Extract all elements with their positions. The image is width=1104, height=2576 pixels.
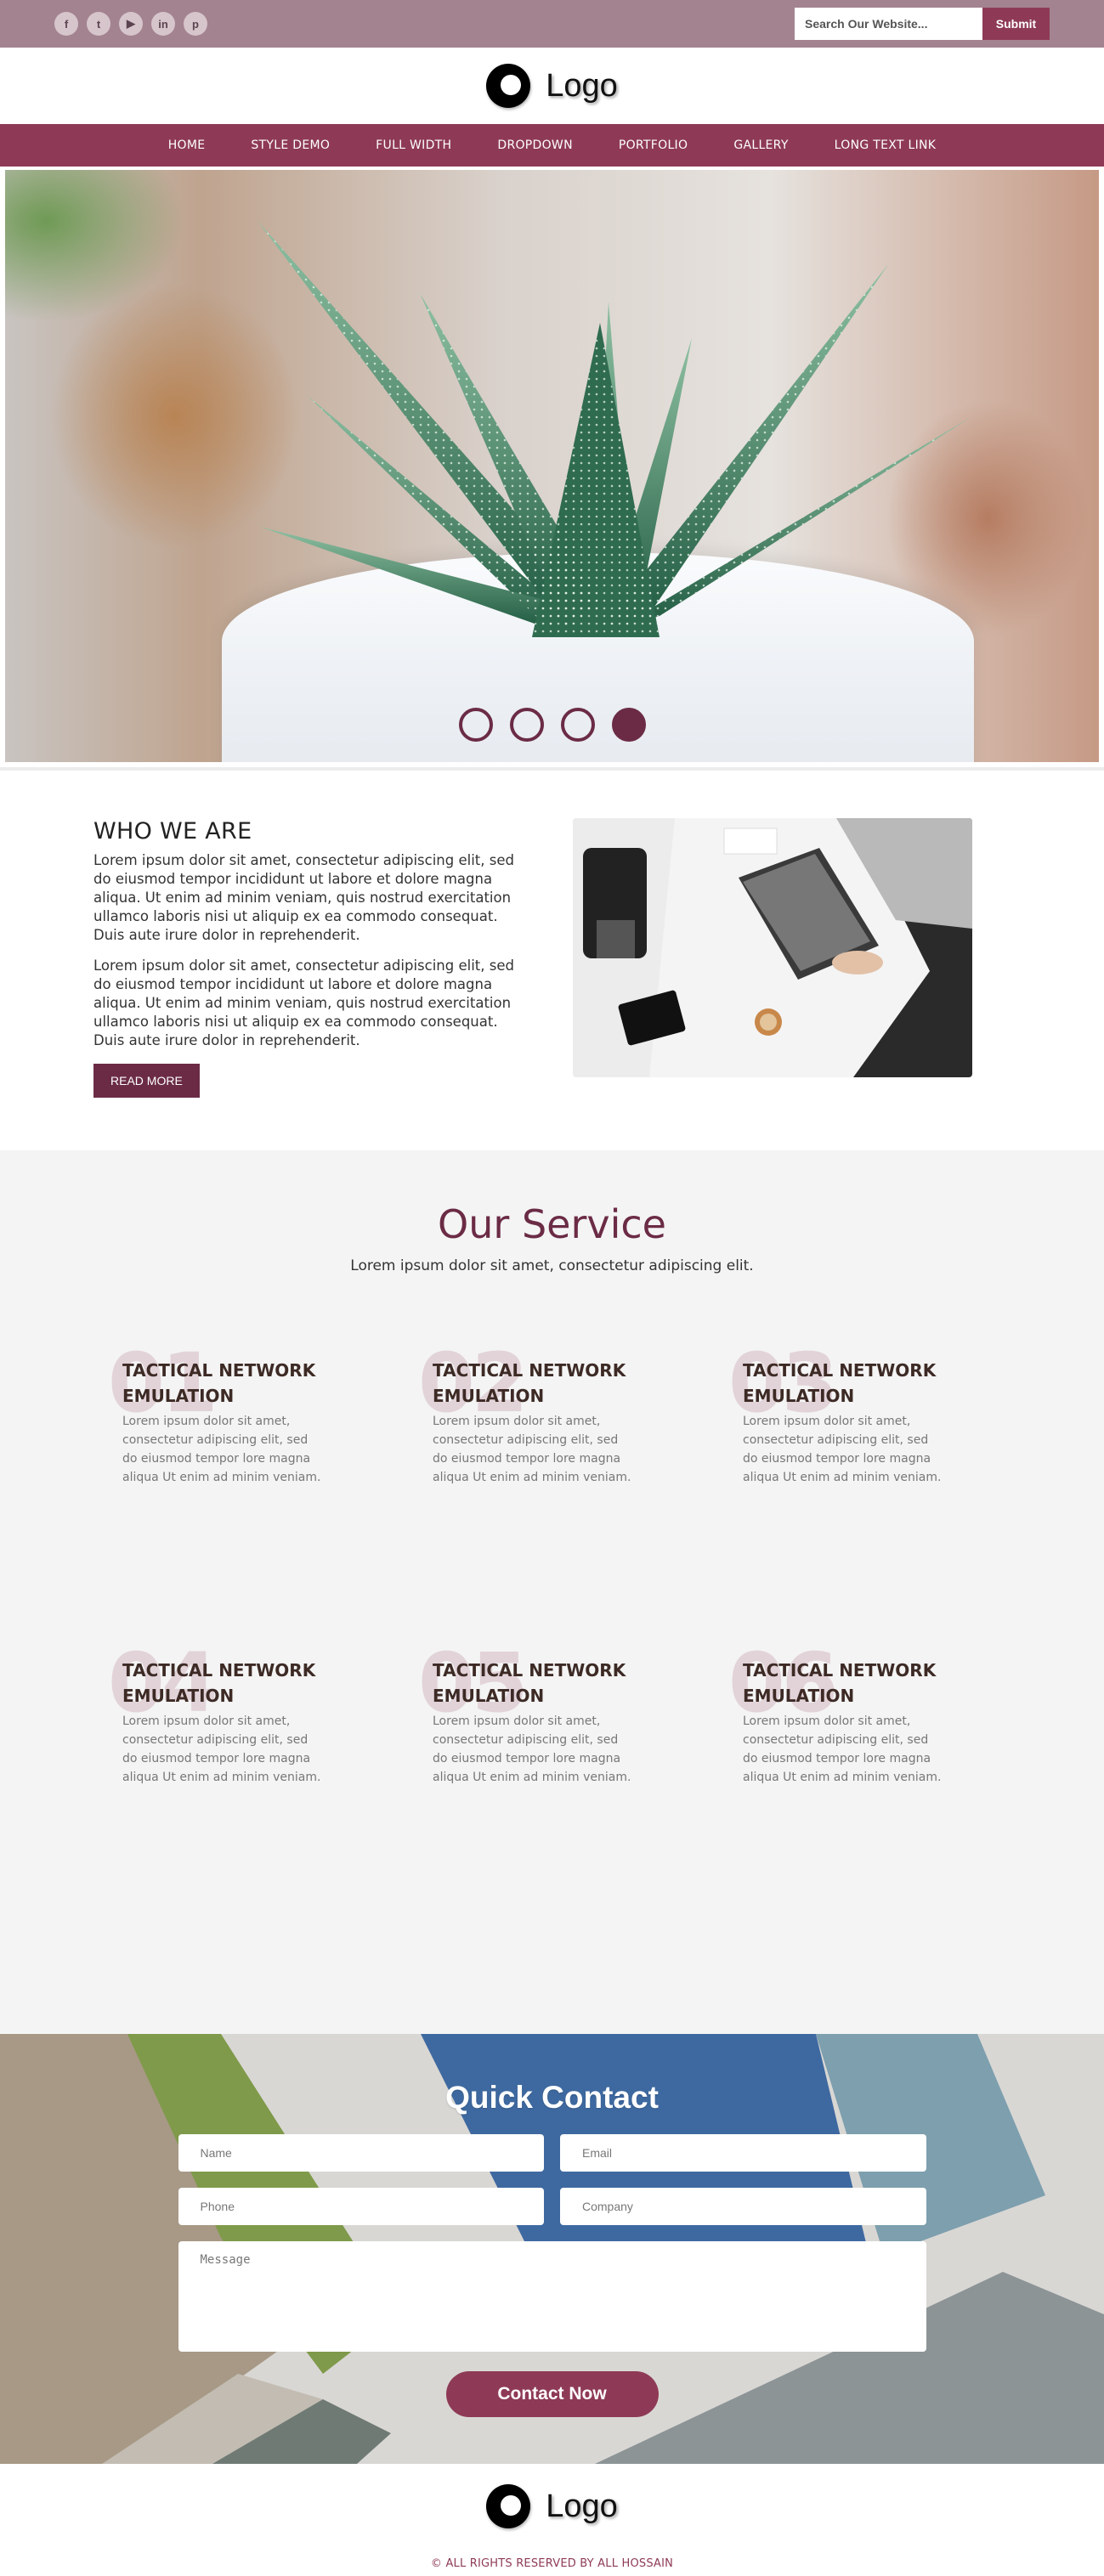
contact-now-button[interactable]: Contact Now bbox=[445, 2371, 659, 2417]
service-title: TACTICAL NETWORK EMULATION bbox=[433, 1660, 626, 1706]
slider-dot-1[interactable] bbox=[458, 708, 493, 742]
service-title: TACTICAL NETWORK EMULATION bbox=[743, 1660, 937, 1706]
service-title: TACTICAL NETWORK EMULATION bbox=[122, 1360, 316, 1406]
company-field[interactable] bbox=[560, 2188, 926, 2225]
facebook-icon[interactable]: f bbox=[54, 12, 78, 36]
email-field[interactable] bbox=[560, 2134, 926, 2172]
service-card: 02 TACTICAL NETWORK EMULATION Lorem ipsu… bbox=[418, 1342, 728, 1658]
footer-logo: Logo bbox=[0, 2481, 1104, 2532]
service-card: 04 TACTICAL NETWORK EMULATION Lorem ipsu… bbox=[108, 1642, 418, 1957]
service-text: Lorem ipsum dolor sit amet, consectetur … bbox=[433, 1415, 631, 1484]
hero-image-plant bbox=[5, 170, 1099, 762]
service-card: 03 TACTICAL NETWORK EMULATION Lorem ipsu… bbox=[728, 1342, 1039, 1658]
search-form: Submit bbox=[795, 8, 1050, 40]
site-footer: Logo © ALL RIGHTS RESERVED BY ALL HOSSAI… bbox=[0, 2464, 1104, 2576]
service-text: Lorem ipsum dolor sit amet, consectetur … bbox=[122, 1415, 321, 1484]
service-title: TACTICAL NETWORK EMULATION bbox=[433, 1360, 626, 1406]
site-header: Logo bbox=[0, 48, 1104, 124]
name-field[interactable] bbox=[178, 2134, 544, 2172]
logo-icon[interactable] bbox=[486, 2484, 531, 2528]
social-links: f t ▶ in p bbox=[54, 12, 207, 36]
nav-full-width[interactable]: FULL WIDTH bbox=[376, 138, 451, 152]
about-text: WHO WE ARE Lorem ipsum dolor sit amet, c… bbox=[93, 818, 518, 1098]
slider-dot-4[interactable] bbox=[611, 708, 646, 742]
about-section: WHO WE ARE Lorem ipsum dolor sit amet, c… bbox=[0, 767, 1104, 1150]
main-nav: HOME STYLE DEMO FULL WIDTH DROPDOWN PORT… bbox=[0, 124, 1104, 167]
contact-title: Quick Contact bbox=[445, 2080, 659, 2115]
slider-dot-2[interactable] bbox=[509, 708, 544, 742]
top-bar: f t ▶ in p Submit bbox=[0, 0, 1104, 48]
youtube-icon[interactable]: ▶ bbox=[119, 12, 143, 36]
service-text: Lorem ipsum dolor sit amet, consectetur … bbox=[122, 1715, 321, 1784]
service-title: TACTICAL NETWORK EMULATION bbox=[122, 1660, 316, 1706]
search-submit-button[interactable]: Submit bbox=[982, 8, 1050, 40]
twitter-icon[interactable]: t bbox=[87, 12, 110, 36]
nav-gallery[interactable]: GALLERY bbox=[733, 138, 788, 152]
service-text: Lorem ipsum dolor sit amet, consectetur … bbox=[433, 1715, 631, 1784]
logo-icon[interactable] bbox=[486, 64, 531, 108]
nav-home[interactable]: HOME bbox=[168, 138, 206, 152]
slider-dots bbox=[5, 708, 1099, 742]
phone-field[interactable] bbox=[178, 2188, 544, 2225]
nav-portfolio[interactable]: PORTFOLIO bbox=[619, 138, 688, 152]
service-card: 06 TACTICAL NETWORK EMULATION Lorem ipsu… bbox=[728, 1642, 1039, 1957]
about-image-office-desk bbox=[573, 818, 972, 1077]
services-subtitle: Lorem ipsum dolor sit amet, consectetur … bbox=[350, 1257, 754, 1274]
contact-section: Quick Contact Contact Now bbox=[0, 2034, 1104, 2464]
nav-dropdown[interactable]: DROPDOWN bbox=[497, 138, 573, 152]
about-title: WHO WE ARE bbox=[93, 818, 252, 845]
search-input[interactable] bbox=[795, 8, 982, 40]
nav-long-text-link[interactable]: LONG TEXT LINK bbox=[835, 138, 937, 152]
about-paragraph: Lorem ipsum dolor sit amet, consectetur … bbox=[93, 958, 514, 1048]
logo-text[interactable]: Logo bbox=[546, 68, 618, 105]
linkedin-icon[interactable]: in bbox=[151, 12, 175, 36]
service-text: Lorem ipsum dolor sit amet, consectetur … bbox=[743, 1715, 942, 1784]
message-field[interactable] bbox=[178, 2241, 926, 2352]
services-section: Our Service Lorem ipsum dolor sit amet, … bbox=[0, 1150, 1104, 2034]
services-grid: 01 TACTICAL NETWORK EMULATION Lorem ipsu… bbox=[108, 1342, 1104, 1957]
copyright-text: © ALL RIGHTS RESERVED BY ALL HOSSAIN bbox=[430, 2557, 674, 2570]
about-paragraph: Lorem ipsum dolor sit amet, consectetur … bbox=[93, 852, 514, 943]
services-title: Our Service bbox=[438, 1201, 666, 1247]
service-card: 01 TACTICAL NETWORK EMULATION Lorem ipsu… bbox=[108, 1342, 418, 1658]
service-title: TACTICAL NETWORK EMULATION bbox=[743, 1360, 937, 1406]
aloe-plant-illustration bbox=[258, 221, 972, 637]
service-card: 05 TACTICAL NETWORK EMULATION Lorem ipsu… bbox=[418, 1642, 728, 1957]
hero-slider bbox=[0, 167, 1104, 767]
service-text: Lorem ipsum dolor sit amet, consectetur … bbox=[743, 1415, 942, 1484]
slider-dot-3[interactable] bbox=[560, 708, 595, 742]
read-more-button[interactable]: READ MORE bbox=[93, 1064, 200, 1098]
logo-text[interactable]: Logo bbox=[546, 2488, 618, 2525]
pinterest-icon[interactable]: p bbox=[184, 12, 207, 36]
nav-style-demo[interactable]: STYLE DEMO bbox=[251, 138, 330, 152]
